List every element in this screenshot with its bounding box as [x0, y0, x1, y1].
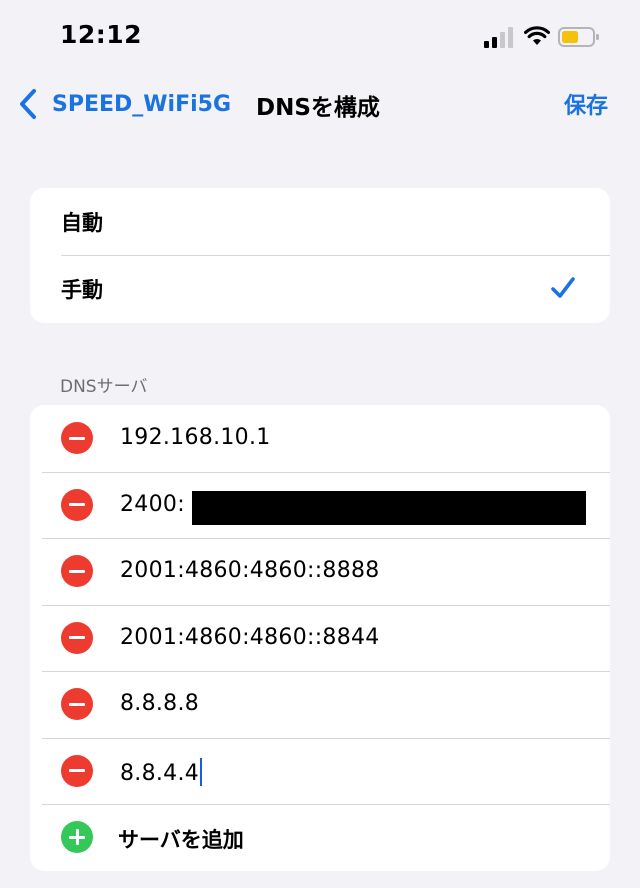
text-caret [200, 757, 203, 786]
save-button[interactable]: 保存 [564, 88, 608, 120]
dns-servers-group: 192.168.10.1 2400: 2001:4860:4860::8888 … [30, 405, 610, 871]
mode-option-manual[interactable]: 手動 [30, 255, 610, 322]
battery-icon [558, 27, 599, 47]
remove-server-icon[interactable] [61, 688, 93, 720]
status-time: 12:12 [60, 20, 143, 49]
add-server-row[interactable]: サーバを追加 [30, 804, 610, 871]
add-server-icon[interactable] [61, 821, 93, 853]
remove-server-icon[interactable] [61, 555, 93, 587]
dns-server-field[interactable]: 8.8.8.8 [120, 691, 199, 716]
dns-server-field[interactable]: 2001:4860:4860::8844 [120, 625, 380, 650]
dns-mode-group: 自動 手動 [30, 188, 610, 323]
mode-option-automatic[interactable]: 自動 [30, 188, 610, 255]
chevron-left-icon [20, 89, 36, 119]
dns-server-field[interactable]: 192.168.10.1 [120, 425, 271, 450]
cellular-signal-icon [484, 27, 513, 48]
back-button[interactable]: SPEED_WiFi5G [18, 86, 231, 122]
checkmark-icon [551, 277, 575, 298]
status-bar: 12:12 [0, 0, 640, 72]
dns-servers-section-header: DNSサーバ [60, 377, 148, 397]
remove-server-icon[interactable] [61, 754, 93, 787]
dns-server-field[interactable]: 2400: [120, 492, 185, 517]
remove-server-icon[interactable] [61, 621, 93, 654]
dns-server-field[interactable]: 2001:4860:4860::8888 [120, 558, 380, 583]
dns-server-row: 192.168.10.1 [30, 405, 610, 472]
dns-server-field-active[interactable]: 8.8.4.4 [120, 757, 203, 786]
mode-option-label: 自動 [61, 210, 103, 235]
dns-server-row: 2001:4860:4860::8844 [30, 604, 610, 672]
remove-server-icon[interactable] [61, 422, 93, 454]
remove-server-icon[interactable] [61, 488, 93, 521]
dns-server-row: 8.8.8.8 [30, 671, 610, 738]
page-title: DNSを構成 [256, 95, 380, 121]
navigation-bar: SPEED_WiFi5G DNSを構成 保存 [0, 72, 640, 136]
back-label: SPEED_WiFi5G [52, 91, 232, 117]
mode-option-label: 手動 [61, 277, 103, 302]
dns-server-value: 8.8.4.4 [120, 760, 200, 786]
redaction-bar [192, 491, 586, 525]
dns-server-row: 8.8.4.4 [30, 737, 610, 805]
wifi-icon [524, 26, 550, 45]
dns-server-row: 2001:4860:4860::8888 [30, 538, 610, 605]
add-server-label: サーバを追加 [118, 828, 244, 852]
